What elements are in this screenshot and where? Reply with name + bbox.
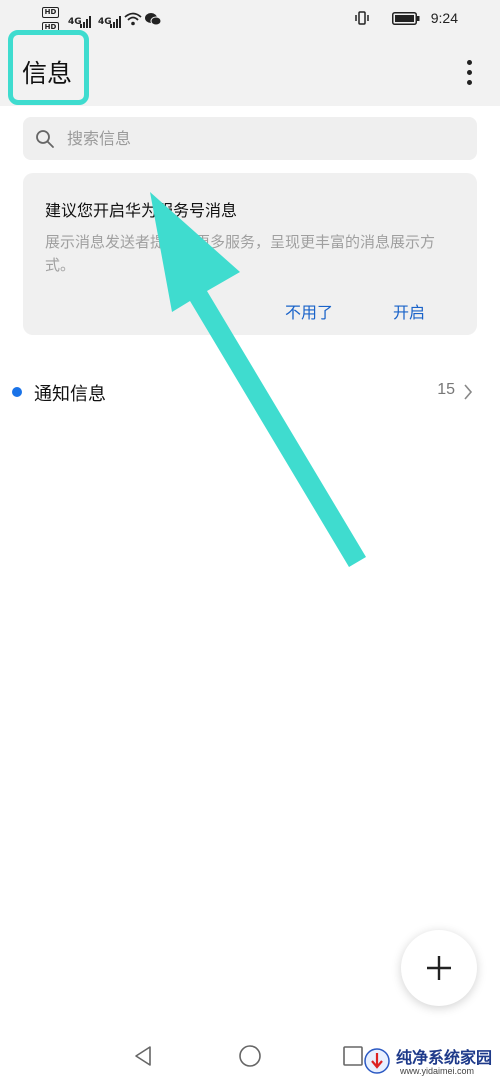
hd-badge-1: HD xyxy=(42,7,59,18)
signal-bars-icon xyxy=(80,16,94,28)
new-message-button[interactable] xyxy=(401,930,477,1006)
signal-bars-icon xyxy=(110,16,124,28)
enable-button[interactable]: 开启 xyxy=(393,299,425,323)
unread-dot xyxy=(12,387,22,397)
conversation-count: 15 xyxy=(437,381,455,398)
card-title: 建议您开启华为服务号消息 xyxy=(45,201,238,220)
card-description: 展示消息发送者提供的更多服务，呈现更丰富的消息展示方式。 xyxy=(45,233,436,274)
status-time: 9:24 xyxy=(430,10,458,26)
vibrate-icon xyxy=(355,11,369,25)
watermark-logo-icon xyxy=(364,1048,390,1074)
list-item[interactable]: 通知信息 15 xyxy=(0,368,500,416)
wifi-icon xyxy=(124,12,142,26)
search-icon xyxy=(36,130,54,148)
service-suggestion-card: 建议您开启华为服务号消息 展示消息发送者提供的更多服务，呈现更丰富的消息展示方式… xyxy=(23,173,477,335)
watermark: 纯净系统家园 www.yidaimei.com xyxy=(360,1040,500,1083)
more-options-button[interactable] xyxy=(458,58,480,88)
plus-icon xyxy=(427,956,451,980)
search-bar[interactable]: 搜索信息 xyxy=(23,117,477,160)
wechat-icon xyxy=(145,13,161,26)
page-title: 信息 xyxy=(22,59,73,88)
dismiss-button[interactable]: 不用了 xyxy=(285,299,333,323)
search-input[interactable]: 搜索信息 xyxy=(67,117,131,160)
conversation-label: 通知信息 xyxy=(34,384,106,405)
battery-icon xyxy=(392,12,420,25)
back-triangle-icon[interactable] xyxy=(132,1044,154,1068)
home-circle-icon[interactable] xyxy=(238,1044,262,1068)
chevron-right-icon xyxy=(464,384,473,400)
watermark-text: 纯净系统家园 xyxy=(396,1048,493,1067)
watermark-url: www.yidaimei.com xyxy=(400,1066,475,1076)
